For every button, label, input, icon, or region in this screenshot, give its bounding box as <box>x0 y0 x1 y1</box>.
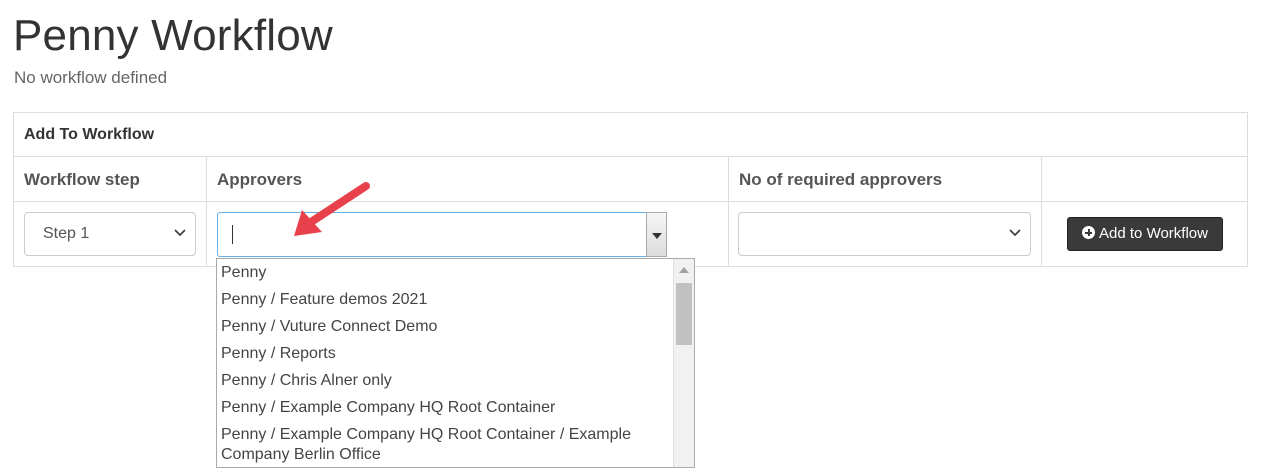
add-to-workflow-panel: Add To Workflow Workflow step Approvers … <box>13 112 1248 267</box>
text-cursor <box>232 225 233 244</box>
dropdown-item[interactable]: Penny / Vuture Connect Demo <box>221 317 671 337</box>
workflow-step-value: Step 1 <box>43 225 90 242</box>
dropdown-item[interactable]: Penny / Reports <box>221 344 671 364</box>
page-title: Penny Workflow <box>13 11 333 60</box>
dropdown-item[interactable]: Penny / Feature demos 2021 <box>221 290 671 310</box>
dropdown-scrollbar[interactable] <box>673 259 694 467</box>
add-to-workflow-button[interactable]: Add to Workflow <box>1067 217 1223 251</box>
required-approvers-select[interactable] <box>738 212 1031 256</box>
annotation-arrow-icon <box>294 182 370 236</box>
dropdown-item[interactable]: Penny / Chris Alner only <box>221 371 671 391</box>
panel-heading: Add To Workflow <box>14 113 1247 157</box>
column-header-required-approvers: No of required approvers <box>729 157 1042 202</box>
approvers-dropdown-list[interactable]: Penny Penny / Feature demos 2021 Penny /… <box>216 258 695 468</box>
dropdown-item[interactable]: Penny <box>221 263 671 283</box>
chevron-down-icon <box>1009 229 1021 237</box>
dropdown-item[interactable]: Penny / Example Company HQ Root Containe… <box>221 425 671 465</box>
page-subtitle: No workflow defined <box>14 68 168 87</box>
approvers-dropdown-toggle[interactable] <box>646 212 667 257</box>
column-header-workflow-step: Workflow step <box>14 157 207 202</box>
dropdown-item[interactable]: Penny / Example Company HQ Root Containe… <box>221 398 671 418</box>
scrollbar-thumb[interactable] <box>676 283 692 345</box>
plus-circle-icon <box>1082 226 1096 239</box>
column-header-actions <box>1042 157 1247 202</box>
scroll-up-arrow-icon[interactable] <box>679 267 689 273</box>
triangle-down-icon <box>652 233 662 239</box>
add-to-workflow-label: Add to Workflow <box>1099 225 1208 242</box>
workflow-step-select[interactable]: Step 1 <box>24 212 196 256</box>
chevron-down-icon <box>174 229 186 237</box>
